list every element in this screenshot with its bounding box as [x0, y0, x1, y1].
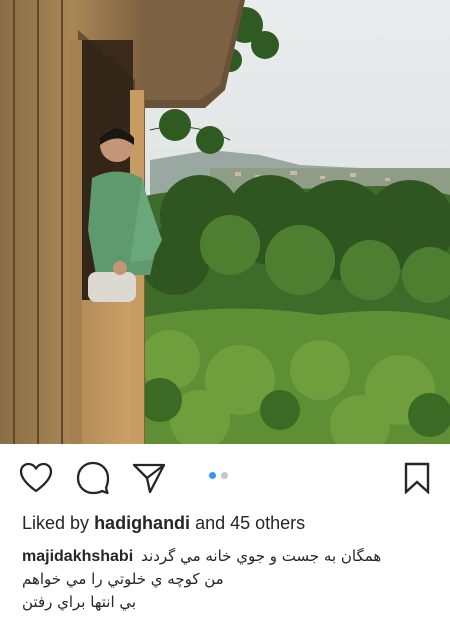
liker-username-link[interactable]: hadighandi — [94, 513, 190, 533]
caption-line: بي انتها براي رفتن — [22, 593, 137, 611]
bookmark-icon[interactable] — [400, 461, 434, 495]
likes-summary: Liked by hadighandi and 45 others — [22, 513, 305, 534]
photo-illustration — [0, 0, 450, 444]
caption-line: من كوچه ي خلوتي را مي خواهم — [22, 570, 224, 588]
comment-icon[interactable] — [76, 461, 110, 495]
heart-icon[interactable] — [19, 461, 53, 495]
post-caption: majidakhshabi همگان به جست و جوي خانه مي… — [22, 545, 432, 614]
post-photo[interactable] — [0, 0, 450, 444]
likes-count-link[interactable]: and 45 others — [195, 513, 305, 533]
carousel-indicator — [209, 472, 228, 479]
caption-author-link[interactable]: majidakhshabi — [22, 545, 133, 568]
instagram-post: Liked by hadighandi and 45 others majida… — [0, 0, 450, 634]
carousel-dot-active[interactable] — [209, 472, 216, 479]
carousel-dot[interactable] — [221, 472, 228, 479]
caption-line: همگان به جست و جوي خانه مي گردند — [141, 547, 382, 565]
likes-prefix: Liked by — [22, 513, 90, 533]
send-icon[interactable] — [132, 461, 166, 495]
